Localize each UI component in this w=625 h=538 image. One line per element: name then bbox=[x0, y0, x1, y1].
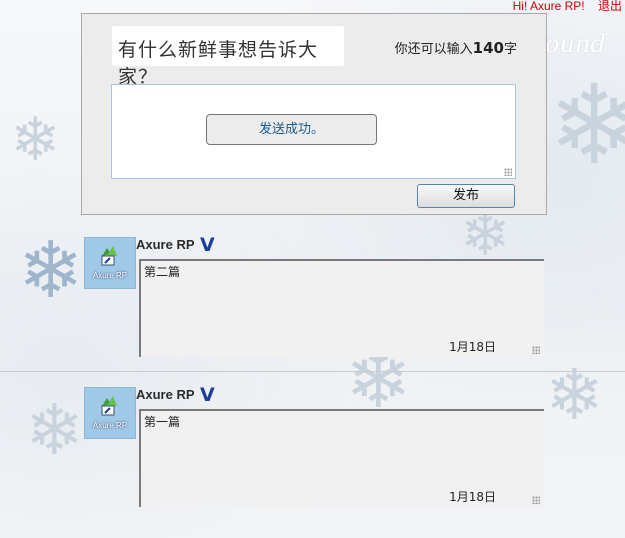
avatar-caption: Axure RP bbox=[92, 271, 128, 280]
post-text: 第一篇 bbox=[144, 415, 181, 429]
resize-grip-icon[interactable] bbox=[532, 346, 540, 354]
counter-value: 140 bbox=[472, 39, 504, 57]
slogan-text: 有什么新鲜事想告诉大家？ bbox=[118, 39, 319, 88]
avatar-caption: Axure RP bbox=[92, 421, 128, 430]
compose-panel: 有什么新鲜事想告诉大家？ 你还可以输入140字 发送成功。 发布 bbox=[81, 13, 547, 215]
post-item: Axure RP Axure RP V 第二篇 1月18日 bbox=[84, 234, 544, 359]
greeting-link[interactable]: Hi! Axure RP! bbox=[513, 0, 585, 13]
counter-prefix: 你还可以输入 bbox=[394, 42, 473, 57]
post-date: 1月18日 bbox=[449, 490, 496, 504]
top-links: Hi! Axure RP! 退出 bbox=[503, 0, 622, 14]
divider bbox=[0, 371, 625, 372]
logout-link[interactable]: 退出 bbox=[598, 0, 622, 13]
avatar[interactable]: Axure RP bbox=[84, 387, 136, 439]
resize-grip-icon[interactable] bbox=[504, 168, 512, 176]
author-name[interactable]: Axure RP bbox=[136, 387, 195, 402]
post-date: 1月18日 bbox=[449, 340, 496, 354]
post-textarea[interactable]: 发送成功。 bbox=[111, 84, 516, 179]
resize-grip-icon[interactable] bbox=[532, 496, 540, 504]
verified-icon: V bbox=[200, 384, 215, 406]
post-text: 第二篇 bbox=[144, 265, 181, 279]
publish-button[interactable]: 发布 bbox=[417, 184, 515, 208]
verified-icon: V bbox=[200, 234, 215, 256]
snowflake-icon: ❄ bbox=[25, 389, 84, 471]
avatar[interactable]: Axure RP bbox=[84, 237, 136, 289]
success-toast: 发送成功。 bbox=[206, 114, 377, 145]
post-item: Axure RP Axure RP V 第一篇 1月18日 bbox=[84, 384, 544, 509]
axure-logo-icon bbox=[101, 396, 117, 416]
snowflake-icon: ❄ bbox=[18, 226, 84, 316]
axure-logo-icon bbox=[101, 246, 117, 266]
post-body: 第一篇 1月18日 bbox=[139, 409, 544, 507]
char-counter: 你还可以输入140字 bbox=[395, 38, 517, 57]
snowflake-icon: ❄ bbox=[10, 105, 61, 175]
snowflake-icon: ❄ bbox=[548, 61, 625, 189]
author-name[interactable]: Axure RP bbox=[136, 237, 195, 252]
slogan-banner: 有什么新鲜事想告诉大家？ bbox=[112, 26, 344, 88]
counter-suffix: 字 bbox=[503, 42, 517, 57]
post-body: 第二篇 1月18日 bbox=[139, 259, 544, 357]
background-word: ound bbox=[545, 30, 606, 58]
